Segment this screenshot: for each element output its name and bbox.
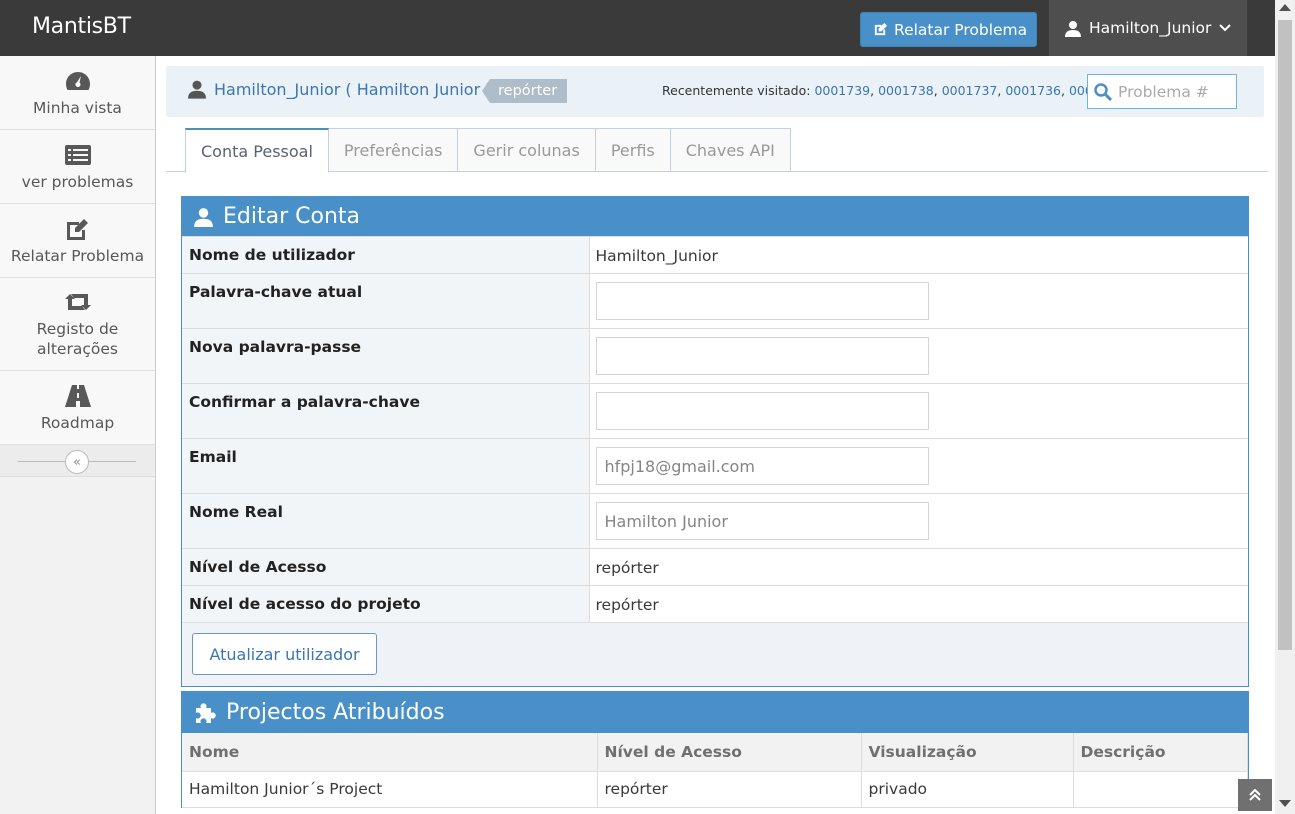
realname-field[interactable] <box>595 502 929 540</box>
edit-account-title: Editar Conta <box>223 204 360 229</box>
recent-label: Recentemente visitado: <box>662 83 811 98</box>
access-level-label: Nível de Acesso <box>182 548 590 586</box>
sidebar-item-view-issues[interactable]: ver problemas <box>0 130 155 204</box>
project-access-value: repórter <box>589 585 1248 622</box>
recently-visited: Recentemente visitado: 0001739, 0001738,… <box>662 83 1125 98</box>
sidebar-item-label: Relatar Problema <box>10 246 145 265</box>
sidebar-item-label: Registo de alterações <box>36 320 119 358</box>
sidebar-collapse: « <box>0 445 155 477</box>
search-icon <box>1094 82 1112 101</box>
sidebar-item-report-issue[interactable]: Relatar Problema <box>0 204 155 278</box>
tab-api-keys[interactable]: Chaves API <box>670 128 791 172</box>
assigned-projects-title: Projectos Atribuídos <box>226 700 445 725</box>
dashboard-icon <box>65 71 90 90</box>
recent-issue-link[interactable]: 0001739 <box>814 83 870 98</box>
update-user-button[interactable]: Atualizar utilizador <box>192 633 377 675</box>
edit-icon <box>66 218 88 240</box>
tab-manage-columns[interactable]: Gerir colunas <box>458 128 596 172</box>
tab-personal-account[interactable]: Conta Pessoal <box>185 128 329 173</box>
column-header-access[interactable]: Nível de Acesso <box>597 733 862 772</box>
project-visibility-cell: privado <box>861 771 1074 808</box>
edit-account-footer: Atualizar utilizador <box>182 622 1248 686</box>
breadcrumb-user: Hamilton_Junior ( Hamilton Junior ) <box>188 79 491 99</box>
edit-account-header: Editar Conta <box>182 197 1248 236</box>
breadcrumb: Hamilton_Junior ( Hamilton Junior ) repó… <box>166 66 1264 117</box>
project-description-cell <box>1073 771 1248 808</box>
scroll-down-arrow[interactable] <box>1279 800 1291 807</box>
issue-search-input[interactable] <box>1118 82 1230 101</box>
double-chevron-up-icon <box>1249 789 1261 801</box>
report-issue-label: Relatar Problema <box>894 20 1028 39</box>
new-password-label: Nova palavra-passe <box>182 328 590 384</box>
role-badge: repórter <box>482 79 568 103</box>
username-value: Hamilton_Junior <box>589 236 1248 274</box>
sidebar: Minha vista ver problemas Relatar Proble… <box>0 56 156 814</box>
recent-issue-link[interactable]: 0001738 <box>878 83 934 98</box>
tab-preferences[interactable]: Preferências <box>328 128 459 172</box>
confirm-password-label: Confirmar a palavra-chave <box>182 383 590 439</box>
username-label: Nome de utilizador <box>182 236 590 274</box>
assigned-projects-header: Projectos Atribuídos <box>182 692 1248 733</box>
user-icon <box>194 207 213 227</box>
sidebar-item-label: ver problemas <box>21 172 134 191</box>
project-name-cell[interactable]: Hamilton Junior´s Project <box>182 771 598 808</box>
user-profile-link[interactable]: Hamilton_Junior ( Hamilton Junior ) <box>214 80 491 99</box>
email-label: Email <box>182 438 590 494</box>
table-row: Hamilton Junior´s Project repórter priva… <box>182 771 1248 808</box>
edit-icon <box>874 22 888 36</box>
projects-table: Nome Nível de Acesso Visualização Descri… <box>182 733 1248 808</box>
retweet-icon <box>64 294 91 310</box>
road-icon <box>64 384 91 407</box>
realname-label: Nome Real <box>182 493 590 549</box>
new-password-field[interactable] <box>595 337 929 375</box>
recent-issue-link[interactable]: 0001737 <box>942 83 998 98</box>
account-tabs: Conta Pessoal Preferências Gerir colunas… <box>185 128 791 173</box>
sidebar-item-label: Minha vista <box>33 98 122 117</box>
edit-account-form: Nome de utilizador Hamilton_Junior Palav… <box>182 236 1248 622</box>
sidebar-item-changelog[interactable]: Registo de alterações <box>0 278 155 371</box>
tab-profiles[interactable]: Perfis <box>595 128 671 172</box>
user-icon <box>1065 20 1081 37</box>
report-issue-button[interactable]: Relatar Problema <box>860 12 1037 47</box>
issue-search <box>1087 74 1237 109</box>
access-level-value: repórter <box>589 548 1248 586</box>
scroll-up-arrow[interactable] <box>1279 4 1291 11</box>
page-scrollbar[interactable] <box>1275 0 1295 814</box>
email-field[interactable] <box>595 447 929 485</box>
assigned-projects-panel: Projectos Atribuídos Nome Nível de Acess… <box>181 691 1249 808</box>
puzzle-icon <box>196 702 216 723</box>
brand-logo[interactable]: MantisBT <box>32 14 131 39</box>
column-header-name[interactable]: Nome <box>182 733 598 772</box>
current-password-label: Palavra-chave atual <box>182 273 590 329</box>
column-header-description[interactable]: Descrição <box>1073 733 1248 772</box>
user-menu-label: Hamilton_Junior <box>1089 19 1212 37</box>
confirm-password-field[interactable] <box>595 392 929 430</box>
scroll-thumb[interactable] <box>1278 20 1292 650</box>
column-header-visibility[interactable]: Visualização <box>861 733 1074 772</box>
user-icon <box>188 80 206 99</box>
current-password-field[interactable] <box>595 282 929 320</box>
collapse-sidebar-button[interactable]: « <box>65 450 89 474</box>
project-access-label: Nível de acesso do projeto <box>182 585 590 622</box>
back-to-top-button[interactable] <box>1238 779 1272 811</box>
sidebar-item-label: Roadmap <box>40 413 115 432</box>
sidebar-item-my-view[interactable]: Minha vista <box>0 56 155 130</box>
top-navbar: MantisBT Relatar Problema Hamilton_Junio… <box>0 0 1275 56</box>
chevron-down-icon <box>1219 24 1232 32</box>
edit-account-panel: Editar Conta Nome de utilizador Hamilton… <box>181 196 1249 687</box>
project-access-cell: repórter <box>597 771 862 808</box>
recent-issue-link[interactable]: 0001736 <box>1005 83 1061 98</box>
sidebar-item-roadmap[interactable]: Roadmap <box>0 371 155 445</box>
list-icon <box>64 144 91 165</box>
user-menu-dropdown[interactable]: Hamilton_Junior <box>1049 0 1247 56</box>
